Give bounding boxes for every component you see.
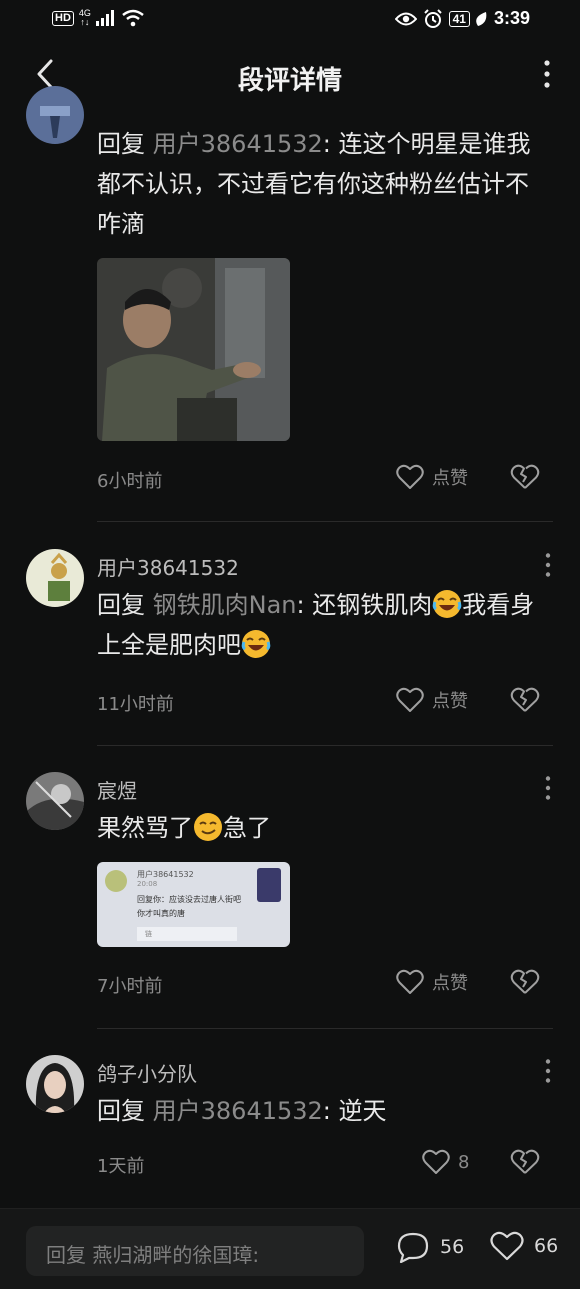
heart-icon (396, 687, 424, 712)
status-bar: HD 4G ↑↓ 41 3:39 (0, 0, 580, 40)
more-options-icon[interactable] (541, 552, 555, 578)
battery-indicator: 41 (448, 10, 470, 27)
heart-icon (422, 1149, 450, 1174)
photo-image (97, 258, 290, 441)
avatar-image (26, 86, 84, 144)
reply-target-user[interactable]: 用户38641532 (153, 130, 323, 158)
comment-item: 用户38641532 回复 钢铁肌肉Nan: 还钢铁肌肉 我看身上全是肥肉吧 11… (0, 545, 580, 746)
leaf-icon (476, 11, 487, 26)
comment-item: 鸽子小分队 回复 用户38641532: 逆天 1天前 8 (0, 1053, 580, 1203)
reply-keyword: 回复 (97, 591, 145, 619)
screenshot-line-2: 你才叫真的唐 (137, 909, 185, 918)
divider (97, 521, 553, 522)
like-button[interactable]: 点赞 (396, 969, 468, 995)
reply-target-user[interactable]: 用户38641532 (153, 1097, 323, 1125)
like-count: 66 (534, 1235, 559, 1257)
comment-count-button[interactable]: 56 (396, 1231, 464, 1263)
reply-keyword: 回复 (97, 130, 145, 158)
username[interactable]: 用户38641532 (97, 552, 239, 581)
avatar-image (26, 1055, 84, 1113)
screenshot-line-1: 回复你：应该没去过唐人街吧 (137, 895, 241, 904)
comment-body: : 逆天 (322, 1097, 387, 1125)
screenshot-time: 20:08 (137, 880, 158, 888)
comment-body: : 还钢铁肌肉 (296, 591, 433, 619)
like-button[interactable]: 点赞 (396, 464, 468, 490)
avatar-image (26, 772, 84, 830)
like-button[interactable]: 点赞 (396, 687, 468, 713)
comment-time: 1天前 (97, 1156, 145, 1177)
comment-time: 7小时前 (97, 976, 163, 997)
comment-text: 回复 用户38641532: 连这个明星是谁我都不认识，不过看它有你这种粉丝估计… (97, 124, 547, 244)
comment-image[interactable] (97, 258, 290, 441)
comment-text: 回复 用户38641532: 逆天 (97, 1091, 547, 1131)
avatar (105, 870, 127, 892)
comment-bubble-icon (397, 1232, 429, 1263)
reply-target-user[interactable]: 钢铁肌肉Nan (153, 591, 297, 619)
like-count-button[interactable]: 66 (490, 1231, 558, 1261)
laugh-emoji-icon (241, 630, 271, 658)
like-label: 点赞 (432, 691, 468, 712)
divider (97, 745, 553, 746)
hd-indicator: HD (52, 10, 74, 26)
username[interactable]: 宸煜 (97, 775, 137, 804)
heart-icon (396, 464, 424, 489)
reply-input[interactable]: 回复 燕归湖畔的徐国璋: (26, 1226, 364, 1276)
comment-time: 6小时前 (97, 471, 163, 492)
comment-item: 回复 用户38641532: 连这个明星是谁我都不认识，不过看它有你这种粉丝估计… (0, 80, 580, 522)
screenshot-username: 用户38641532 (137, 870, 194, 879)
comment-body: 果然骂了 (97, 814, 193, 842)
clock: 3:39 (493, 8, 530, 28)
smirk-emoji-icon (194, 813, 222, 841)
broken-heart-icon[interactable] (510, 687, 540, 713)
avatar[interactable] (26, 86, 84, 144)
username[interactable]: 鸽子小分队 (97, 1058, 197, 1087)
avatar[interactable] (26, 549, 84, 607)
comment-image[interactable]: 用户38641532 20:08 回复你：应该没去过唐人街吧 你才叫真的唐 链 (97, 862, 290, 947)
like-label: 点赞 (432, 973, 468, 994)
avatar[interactable] (26, 772, 84, 830)
more-options-icon[interactable] (541, 775, 555, 801)
heart-icon (396, 969, 424, 994)
laugh-emoji-icon (432, 590, 462, 618)
comment-item: 宸煜 果然骂了 急了 用户38641532 20:08 回复你：应该没去过唐人街吧… (0, 770, 580, 1030)
screenshot-thumbnail (257, 868, 281, 902)
wifi-icon (122, 9, 144, 27)
comment-text: 果然骂了 急了 (97, 808, 547, 848)
like-label: 点赞 (432, 468, 468, 489)
comment-body: 急了 (223, 814, 271, 842)
divider (97, 1028, 553, 1029)
network-indicator: 4G ↑↓ (78, 8, 91, 27)
signal-icon (95, 10, 114, 26)
like-button[interactable]: 8 (422, 1149, 469, 1175)
comment-time: 11小时前 (97, 694, 174, 715)
eye-icon (394, 12, 417, 25)
more-options-icon[interactable] (541, 1058, 555, 1084)
comment-text: 回复 钢铁肌肉Nan: 还钢铁肌肉 我看身上全是肥肉吧 (97, 585, 547, 665)
comment-count: 56 (440, 1236, 465, 1258)
avatar[interactable] (26, 1055, 84, 1113)
broken-heart-icon[interactable] (510, 969, 540, 995)
like-count: 8 (458, 1151, 470, 1173)
broken-heart-icon[interactable] (510, 1149, 540, 1175)
screenshot-chip: 链 (137, 927, 237, 941)
heart-icon (490, 1231, 524, 1261)
avatar-image (26, 549, 84, 607)
reply-keyword: 回复 (97, 1097, 145, 1125)
alarm-icon (423, 8, 442, 28)
broken-heart-icon[interactable] (510, 464, 540, 490)
bottom-bar: 回复 燕归湖畔的徐国璋: 56 66 (0, 1208, 580, 1289)
